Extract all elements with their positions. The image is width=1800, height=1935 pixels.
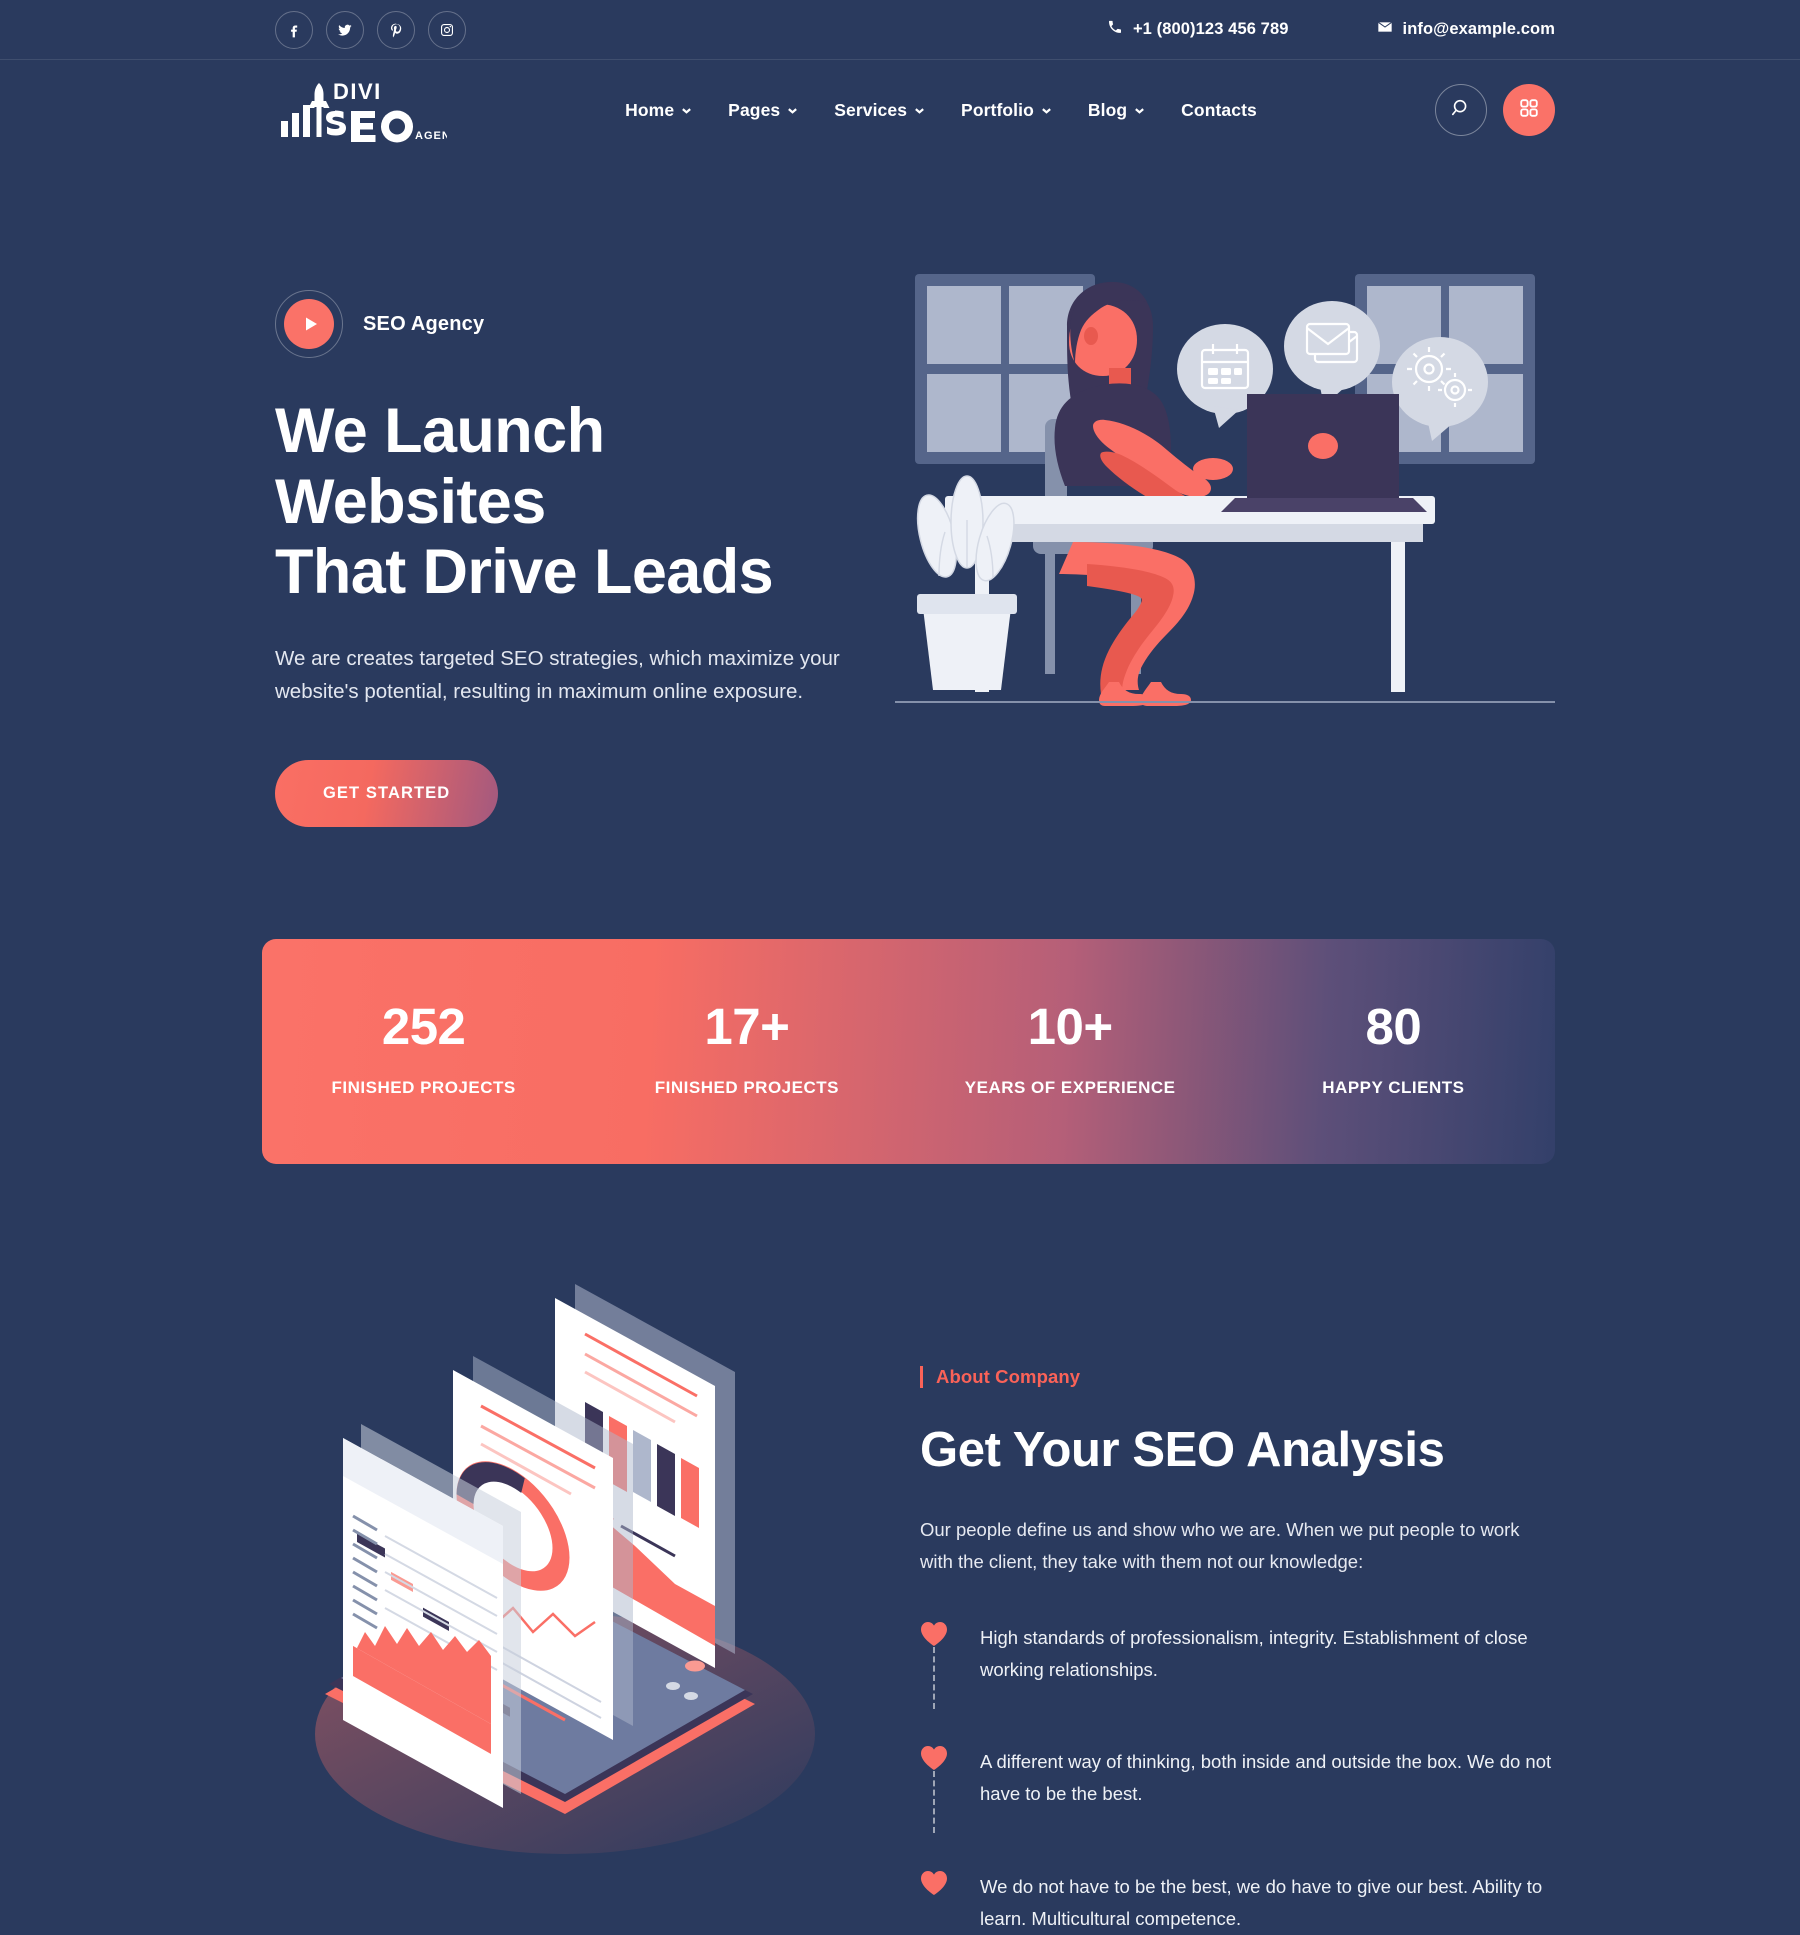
stat-label: HAPPY CLIENTS bbox=[1322, 1078, 1465, 1098]
search-icon bbox=[1450, 97, 1472, 124]
chevron-down-icon bbox=[914, 105, 925, 116]
stat-item: 10+ YEARS OF EXPERIENCE bbox=[909, 1001, 1232, 1098]
twitter-icon[interactable] bbox=[326, 10, 364, 49]
top-bar: +1 (800)123 456 789 info@example.com bbox=[0, 0, 1800, 60]
play-button[interactable] bbox=[275, 290, 343, 358]
search-button[interactable] bbox=[1434, 84, 1487, 136]
nav-label: Blog bbox=[1087, 99, 1128, 120]
phone-icon bbox=[1107, 19, 1123, 40]
play-icon bbox=[284, 299, 334, 349]
nav-item-blog[interactable]: Blog bbox=[1088, 100, 1145, 121]
stats-bar: 252 FINISHED PROJECTS 17+ FINISHED PROJE… bbox=[262, 939, 1555, 1165]
hero-illustration bbox=[895, 252, 1555, 827]
about-feature-list: High standards of professionalism, integ… bbox=[920, 1621, 1555, 1935]
instagram-icon[interactable] bbox=[428, 10, 466, 49]
nav-label: Contacts bbox=[1181, 99, 1257, 120]
stat-item: 80 HAPPY CLIENTS bbox=[1232, 1001, 1555, 1098]
feature-connector-line bbox=[933, 1646, 935, 1709]
stat-value: 80 bbox=[1365, 998, 1422, 1056]
phone-number: +1 (800)123 456 789 bbox=[1132, 20, 1289, 38]
envelope-icon bbox=[1377, 19, 1393, 40]
about-kicker-text: About Company bbox=[936, 1366, 1081, 1388]
grid-menu-button[interactable] bbox=[1502, 84, 1555, 136]
nav-label: Services bbox=[834, 99, 908, 120]
hero-eyebrow-label: SEO Agency bbox=[363, 312, 485, 335]
stat-item: 252 FINISHED PROJECTS bbox=[262, 1001, 585, 1098]
hero-title-line1: We Launch Websites bbox=[275, 396, 605, 537]
stat-label: YEARS OF EXPERIENCE bbox=[964, 1078, 1176, 1098]
nav-item-contacts[interactable]: Contacts bbox=[1181, 100, 1257, 121]
chevron-down-icon bbox=[1041, 105, 1052, 116]
kicker-accent-bar bbox=[920, 1366, 923, 1389]
main-navigation: Home Pages Services Portfolio Blog Conta… bbox=[625, 100, 1257, 121]
feature-connector-line bbox=[933, 1771, 935, 1834]
social-links bbox=[275, 10, 466, 49]
chevron-down-icon bbox=[681, 105, 692, 116]
chevron-down-icon bbox=[787, 105, 798, 116]
chevron-down-icon bbox=[1134, 105, 1145, 116]
get-started-button[interactable]: GET STARTED bbox=[275, 760, 499, 828]
phone-contact[interactable]: +1 (800)123 456 789 bbox=[1107, 19, 1289, 40]
feature-text: High standards of professionalism, integ… bbox=[980, 1626, 1528, 1680]
heart-icon bbox=[920, 1745, 948, 1834]
pinterest-icon[interactable] bbox=[377, 10, 415, 49]
hero-section: SEO Agency We Launch Websites That Drive… bbox=[0, 160, 1800, 828]
hero-title: We Launch Websites That Drive Leads bbox=[275, 396, 855, 608]
header-actions bbox=[1434, 84, 1555, 136]
contact-info: +1 (800)123 456 789 info@example.com bbox=[1107, 19, 1555, 40]
stat-label: FINISHED PROJECTS bbox=[331, 1078, 516, 1098]
about-title: Get Your SEO Analysis bbox=[920, 1423, 1445, 1478]
heart-icon bbox=[920, 1870, 948, 1896]
hero-title-line2: That Drive Leads bbox=[275, 537, 774, 608]
heart-icon bbox=[920, 1621, 948, 1709]
stat-value: 10+ bbox=[1027, 998, 1114, 1056]
nav-item-home[interactable]: Home bbox=[625, 100, 692, 121]
hero-eyebrow: SEO Agency bbox=[275, 290, 855, 358]
svg-text:DIVI: DIVI bbox=[333, 79, 382, 104]
email-contact[interactable]: info@example.com bbox=[1377, 19, 1555, 40]
nav-item-services[interactable]: Services bbox=[834, 100, 925, 121]
stat-value: 17+ bbox=[704, 998, 790, 1056]
facebook-icon[interactable] bbox=[275, 10, 313, 49]
about-section: About Company Get Your SEO Analysis Our … bbox=[0, 1164, 1800, 1935]
feature-text: A different way of thinking, both inside… bbox=[980, 1751, 1552, 1805]
about-paragraph: Our people define us and show who we are… bbox=[920, 1519, 1520, 1573]
hero-content: SEO Agency We Launch Websites That Drive… bbox=[275, 252, 855, 828]
about-illustration bbox=[255, 1244, 875, 1874]
about-content: About Company Get Your SEO Analysis Our … bbox=[920, 1244, 1555, 1935]
stat-label: FINISHED PROJECTS bbox=[654, 1078, 839, 1098]
site-header: DIVI AGENCY Home Pages Services bbox=[0, 60, 1800, 160]
feature-text: We do not have to be the best, we do hav… bbox=[980, 1876, 1543, 1929]
feature-item: High standards of professionalism, integ… bbox=[920, 1621, 1555, 1746]
nav-item-portfolio[interactable]: Portfolio bbox=[961, 100, 1052, 121]
nav-label: Portfolio bbox=[961, 99, 1034, 120]
email-address: info@example.com bbox=[1402, 20, 1555, 38]
nav-label: Pages bbox=[728, 99, 781, 120]
about-kicker: About Company bbox=[920, 1366, 1555, 1389]
stat-value: 252 bbox=[381, 998, 466, 1056]
nav-label: Home bbox=[625, 99, 675, 120]
grid-menu-icon bbox=[1518, 97, 1540, 124]
stat-item: 17+ FINISHED PROJECTS bbox=[585, 1001, 908, 1098]
feature-item: We do not have to be the best, we do hav… bbox=[920, 1870, 1555, 1935]
hero-subtitle: We are creates targeted SEO strategies, … bbox=[275, 646, 840, 703]
nav-item-pages[interactable]: Pages bbox=[728, 100, 798, 121]
stats-section: 252 FINISHED PROJECTS 17+ FINISHED PROJE… bbox=[0, 827, 1800, 1165]
svg-text:AGENCY: AGENCY bbox=[415, 130, 447, 142]
feature-item: A different way of thinking, both inside… bbox=[920, 1745, 1555, 1870]
site-logo[interactable]: DIVI AGENCY bbox=[275, 77, 447, 143]
